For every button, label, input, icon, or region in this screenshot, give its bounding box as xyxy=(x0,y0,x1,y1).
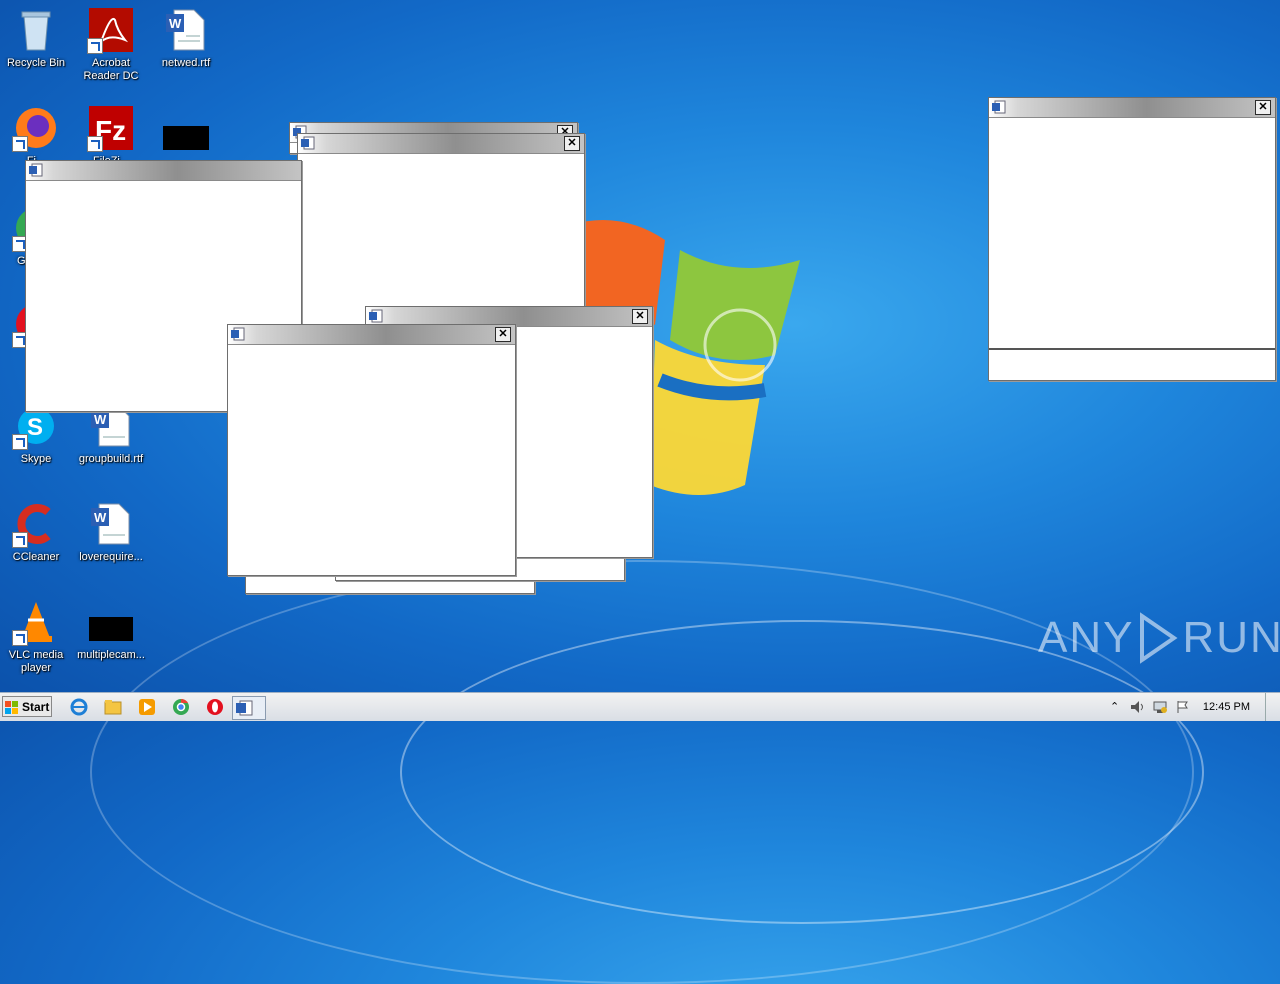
firefox-icon xyxy=(12,104,60,152)
icon-label: CCleaner xyxy=(12,551,60,563)
shortcut-arrow-icon xyxy=(87,136,103,152)
play-logo-icon xyxy=(1140,612,1179,664)
vlc-icon xyxy=(12,598,60,646)
title-bar[interactable]: ✕ xyxy=(228,325,515,345)
anyrun-watermark: ANY RUN xyxy=(1038,612,1280,664)
dialog-window[interactable]: ✕ xyxy=(988,97,1276,381)
desktop-icon-loverequire[interactable]: W loverequire... xyxy=(73,500,149,564)
svg-text:W: W xyxy=(94,510,107,525)
start-label: Start xyxy=(22,700,50,714)
title-bar[interactable] xyxy=(26,161,301,181)
desktop-icon-ccleaner[interactable]: CCleaner xyxy=(0,500,74,564)
ccleaner-icon xyxy=(12,500,60,548)
desktop-icon-multiplecam[interactable]: multiplecam... xyxy=(73,598,149,662)
word-doc-icon: W xyxy=(162,6,210,54)
desktop-icon-netwed[interactable]: W netwed.rtf xyxy=(148,6,224,70)
word-icon xyxy=(29,163,43,177)
start-button[interactable]: Start xyxy=(2,696,52,717)
desktop-icon-firefox[interactable]: Fi... xyxy=(0,104,74,168)
volume-icon[interactable] xyxy=(1130,700,1146,714)
word-doc-icon: W xyxy=(87,500,135,548)
chrome-icon[interactable] xyxy=(172,698,190,716)
dialog-separator xyxy=(989,348,1275,350)
explorer-icon[interactable] xyxy=(104,698,122,716)
shortcut-arrow-icon xyxy=(12,630,28,646)
svg-text:W: W xyxy=(169,16,182,31)
watermark-text: RUN xyxy=(1182,613,1280,662)
watermark-text: ANY xyxy=(1038,613,1135,662)
desktop-icon-redacted[interactable] xyxy=(148,104,224,152)
opera-icon[interactable] xyxy=(206,698,224,716)
ie-icon[interactable] xyxy=(70,698,88,716)
close-button[interactable]: ✕ xyxy=(632,309,648,324)
word-icon xyxy=(301,136,315,150)
dialog-window[interactable]: ✕ xyxy=(297,133,585,330)
icon-label: Skype xyxy=(20,453,52,465)
title-bar[interactable]: ✕ xyxy=(989,98,1275,118)
word-icon xyxy=(992,100,1006,114)
word-taskbar-button[interactable] xyxy=(232,696,266,720)
redacted-icon xyxy=(162,104,210,152)
close-button[interactable]: ✕ xyxy=(564,136,580,151)
word-icon xyxy=(369,309,383,323)
action-center-flag-icon[interactable] xyxy=(1176,700,1190,714)
system-tray: ⌃ 12:45 PM xyxy=(1102,693,1280,721)
icon-label: loverequire... xyxy=(79,551,143,563)
close-button[interactable]: ✕ xyxy=(1255,100,1271,115)
icon-label: Acrobat Reader DC xyxy=(83,57,139,82)
tray-expand-icon[interactable]: ⌃ xyxy=(1110,700,1119,713)
close-button[interactable]: ✕ xyxy=(495,327,511,342)
wallpaper-swirl xyxy=(400,620,1204,924)
icon-label: groupbuild.rtf xyxy=(78,453,144,465)
word-icon xyxy=(231,327,245,341)
shortcut-arrow-icon xyxy=(12,434,28,450)
icon-label: Recycle Bin xyxy=(6,57,66,69)
show-desktop-button[interactable] xyxy=(1265,693,1280,721)
shortcut-arrow-icon xyxy=(12,532,28,548)
windows-flag-icon xyxy=(5,700,18,714)
svg-text:S: S xyxy=(27,414,43,441)
desktop-icon-vlc[interactable]: VLC media player xyxy=(0,598,74,675)
media-player-icon[interactable] xyxy=(138,698,156,716)
shortcut-arrow-icon xyxy=(12,136,28,152)
title-bar[interactable]: ✕ xyxy=(298,134,584,154)
desktop-icon-acrobat[interactable]: Acrobat Reader DC xyxy=(73,6,149,83)
clock[interactable]: 12:45 PM xyxy=(1203,701,1250,713)
recycle-bin-icon xyxy=(12,6,60,54)
svg-text:W: W xyxy=(94,412,107,427)
icon-label: netwed.rtf xyxy=(161,57,211,69)
acrobat-icon xyxy=(87,6,135,54)
desktop-icon-filezilla[interactable]: Fz FileZi... xyxy=(73,104,149,168)
desktop-icon-recycle-bin[interactable]: Recycle Bin xyxy=(0,6,74,70)
icon-label: VLC media player xyxy=(8,649,64,674)
icon-label: multiplecam... xyxy=(77,649,145,661)
shortcut-arrow-icon xyxy=(87,38,103,54)
filezilla-icon: Fz xyxy=(87,104,135,152)
redacted-icon xyxy=(87,598,135,646)
network-icon[interactable] xyxy=(1152,700,1168,714)
dialog-window[interactable]: ✕ xyxy=(227,324,516,576)
taskbar: Start ⌃ 12:45 PM xyxy=(0,692,1280,721)
word-icon xyxy=(236,700,253,716)
